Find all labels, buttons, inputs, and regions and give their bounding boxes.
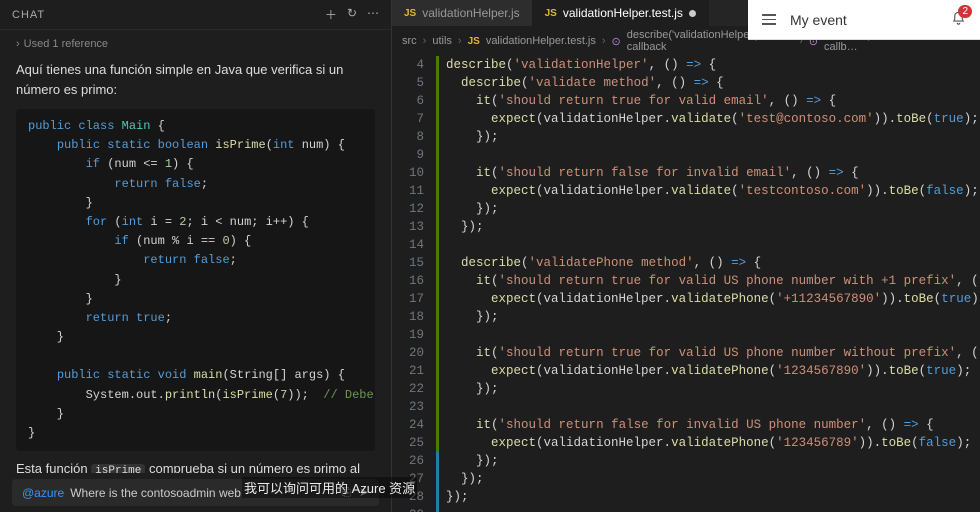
history-icon[interactable]: ↻	[347, 6, 357, 23]
more-icon[interactable]: ⋯	[367, 6, 379, 23]
line-gutter: 4567891011121314151617181920212223242526…	[392, 56, 436, 512]
method-icon: ⊙	[612, 35, 621, 48]
chat-title: CHAT	[12, 9, 45, 21]
mention-chip[interactable]: @azure	[22, 486, 64, 500]
chat-message: Aquí tienes una función simple en Java q…	[16, 60, 375, 99]
notification-badge: 2	[958, 5, 972, 18]
js-icon: JS	[545, 8, 557, 19]
code-block: public class Main { public static boolea…	[16, 109, 375, 451]
reference-toggle[interactable]: › Used 1 reference	[16, 38, 375, 50]
dirty-indicator-icon	[689, 10, 696, 17]
code-editor[interactable]: 4567891011121314151617181920212223242526…	[392, 56, 980, 512]
js-icon: JS	[404, 8, 416, 19]
menu-icon[interactable]	[762, 14, 776, 25]
editor-panel: JS validationHelper.js JS validationHelp…	[392, 0, 980, 512]
new-chat-icon[interactable]: ＋	[325, 6, 337, 23]
chat-panel: CHAT ＋ ↻ ⋯ › Used 1 reference Aquí tiene…	[0, 0, 392, 512]
code-tag: isPrime	[91, 464, 145, 473]
chevron-right-icon: ›	[16, 38, 20, 50]
tab-validationhelper[interactable]: JS validationHelper.js	[392, 0, 533, 26]
subtitle-caption: 我可以询问可用的 Azure 资源	[242, 477, 417, 498]
chat-body: › Used 1 reference Aquí tienes una funci…	[0, 30, 391, 473]
notifications-button[interactable]: 2	[951, 11, 966, 29]
event-banner: My event 2	[748, 0, 980, 40]
js-icon: JS	[468, 36, 480, 47]
tab-validationhelper-test[interactable]: JS validationHelper.test.js	[533, 0, 709, 26]
event-title: My event	[790, 12, 847, 28]
chat-message-2: Esta función isPrime comprueba si un núm…	[16, 459, 375, 473]
chat-header: CHAT ＋ ↻ ⋯	[0, 0, 391, 30]
